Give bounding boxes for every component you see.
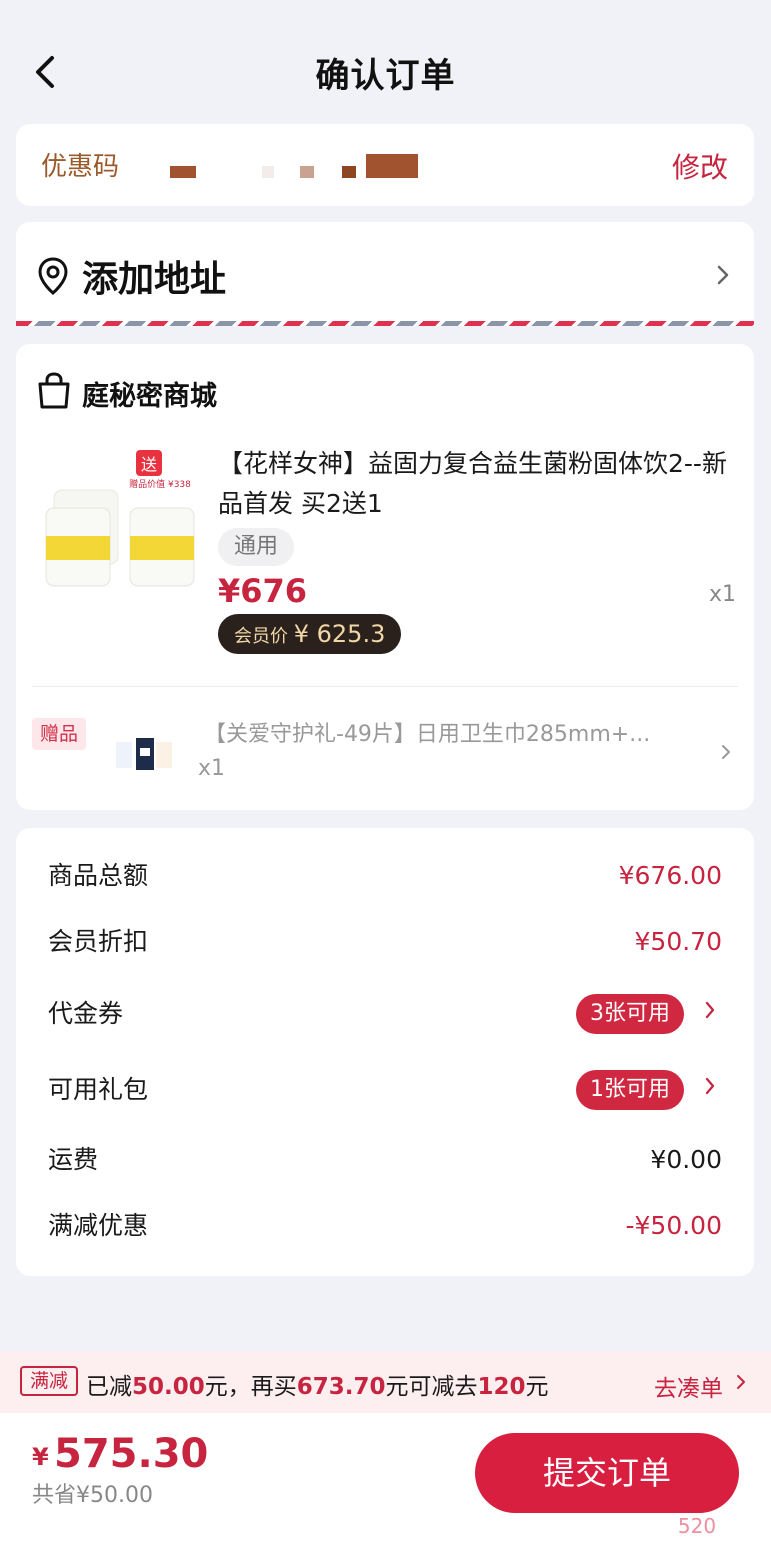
voucher-available-badge[interactable]: 3张可用 bbox=[576, 994, 684, 1034]
voucher-label: 代金券 bbox=[48, 999, 124, 1028]
coupon-code-label: 优惠码 bbox=[41, 152, 120, 182]
store-name: 庭秘密商城 bbox=[82, 381, 217, 412]
total-saved: 共省¥50.00 bbox=[32, 1483, 153, 1508]
checkout-footer: ¥ 575.30 共省¥50.00 提交订单 520 bbox=[0, 1413, 771, 1546]
shopping-bag-icon bbox=[38, 372, 70, 409]
gift-quantity: x1 bbox=[198, 756, 226, 781]
address-envelope-stripe bbox=[16, 321, 754, 326]
coupon-code-card: 优惠码 修改 bbox=[16, 124, 754, 206]
add-address-card[interactable]: 添加地址 bbox=[16, 222, 754, 326]
shipping-label: 运费 bbox=[48, 1145, 99, 1174]
goods-total-label: 商品总额 bbox=[48, 861, 149, 890]
product-image[interactable]: 送 赠品价值 ¥338 bbox=[36, 444, 208, 600]
promo-tag: 满减 bbox=[20, 1366, 79, 1396]
total-currency: ¥ bbox=[32, 1443, 49, 1471]
full-reduction-row: 满减优惠 -¥50.00 bbox=[16, 1206, 754, 1246]
product-image-badge-subtext: 赠品价值 ¥338 bbox=[129, 478, 191, 490]
member-discount-label: 会员折扣 bbox=[48, 927, 149, 956]
coupon-code-redacted bbox=[166, 152, 426, 178]
chevron-right-icon[interactable] bbox=[735, 1373, 747, 1391]
product-title[interactable]: 【花样女神】益固力复合益生菌粉固体饮2--新品首发 买2送1 bbox=[218, 444, 744, 524]
submit-order-button[interactable]: 提交订单 bbox=[475, 1433, 739, 1513]
gift-pack-label: 可用礼包 bbox=[48, 1075, 149, 1104]
goods-total-row: 商品总额 ¥676.00 bbox=[16, 856, 754, 896]
member-discount-value: ¥50.70 bbox=[634, 927, 722, 956]
chevron-right-icon[interactable] bbox=[704, 1000, 716, 1020]
shipping-value: ¥0.00 bbox=[650, 1145, 722, 1174]
total-amount: 575.30 bbox=[54, 1431, 209, 1477]
member-discount-row: 会员折扣 ¥50.70 bbox=[16, 922, 754, 962]
product-quantity: x1 bbox=[708, 582, 736, 607]
chevron-right-icon[interactable] bbox=[704, 1076, 716, 1096]
goods-total-value: ¥676.00 bbox=[618, 861, 722, 890]
page-title: 确认订单 bbox=[315, 56, 456, 96]
coupon-edit-link[interactable]: 修改 bbox=[672, 146, 728, 186]
gift-image[interactable] bbox=[114, 736, 174, 776]
add-items-link[interactable]: 去凑单 bbox=[654, 1369, 723, 1403]
watermark-logo: 520 bbox=[678, 1514, 716, 1538]
member-price-label: 会员价 bbox=[234, 626, 288, 647]
nav-header: 确认订单 bbox=[0, 0, 771, 122]
full-reduction-label: 满减优惠 bbox=[48, 1211, 149, 1240]
promo-text: 已减50.00元，再买673.70元可减去120元 bbox=[86, 1374, 549, 1400]
full-reduction-value: -¥50.00 bbox=[625, 1211, 723, 1240]
gift-tag: 赠品 bbox=[32, 718, 87, 750]
divider bbox=[32, 686, 738, 687]
promo-next-reduction: 120 bbox=[477, 1374, 526, 1400]
order-summary-card: 商品总额 ¥676.00 会员折扣 ¥50.70 代金券 3张可用 可用礼包 1… bbox=[16, 828, 754, 1276]
promo-need-more-amount: 673.70 bbox=[296, 1374, 386, 1400]
chevron-right-icon bbox=[717, 265, 729, 285]
add-address-label: 添加地址 bbox=[82, 259, 227, 300]
product-price: ¥676 bbox=[218, 572, 308, 610]
promo-bar: 满减 已减50.00元，再买673.70元可减去120元 去凑单 bbox=[0, 1351, 771, 1413]
svg-text:520: 520 bbox=[678, 1514, 716, 1538]
promo-reduced-amount: 50.00 bbox=[132, 1374, 205, 1400]
store-card: 庭秘密商城 送 赠品价值 ¥338 【花样女神】益固力复合益生菌粉固体饮2--新… bbox=[16, 344, 754, 810]
product-image-badge: 送 bbox=[141, 455, 157, 474]
gift-title[interactable]: 【关爱守护礼-49片】日用卫生巾285mm+... bbox=[204, 716, 704, 748]
gift-pack-available-badge[interactable]: 1张可用 bbox=[576, 1070, 684, 1110]
chevron-right-icon[interactable] bbox=[720, 743, 732, 761]
voucher-row[interactable]: 代金券 3张可用 bbox=[16, 994, 754, 1034]
member-price-badge: 会员价 ¥ 625.3 bbox=[218, 614, 402, 654]
gift-pack-row[interactable]: 可用礼包 1张可用 bbox=[16, 1070, 754, 1110]
shipping-row: 运费 ¥0.00 bbox=[16, 1140, 754, 1180]
product-tag: 通用 bbox=[218, 528, 295, 566]
location-pin-icon bbox=[38, 257, 68, 295]
member-price-value: ¥ 625.3 bbox=[293, 620, 386, 648]
